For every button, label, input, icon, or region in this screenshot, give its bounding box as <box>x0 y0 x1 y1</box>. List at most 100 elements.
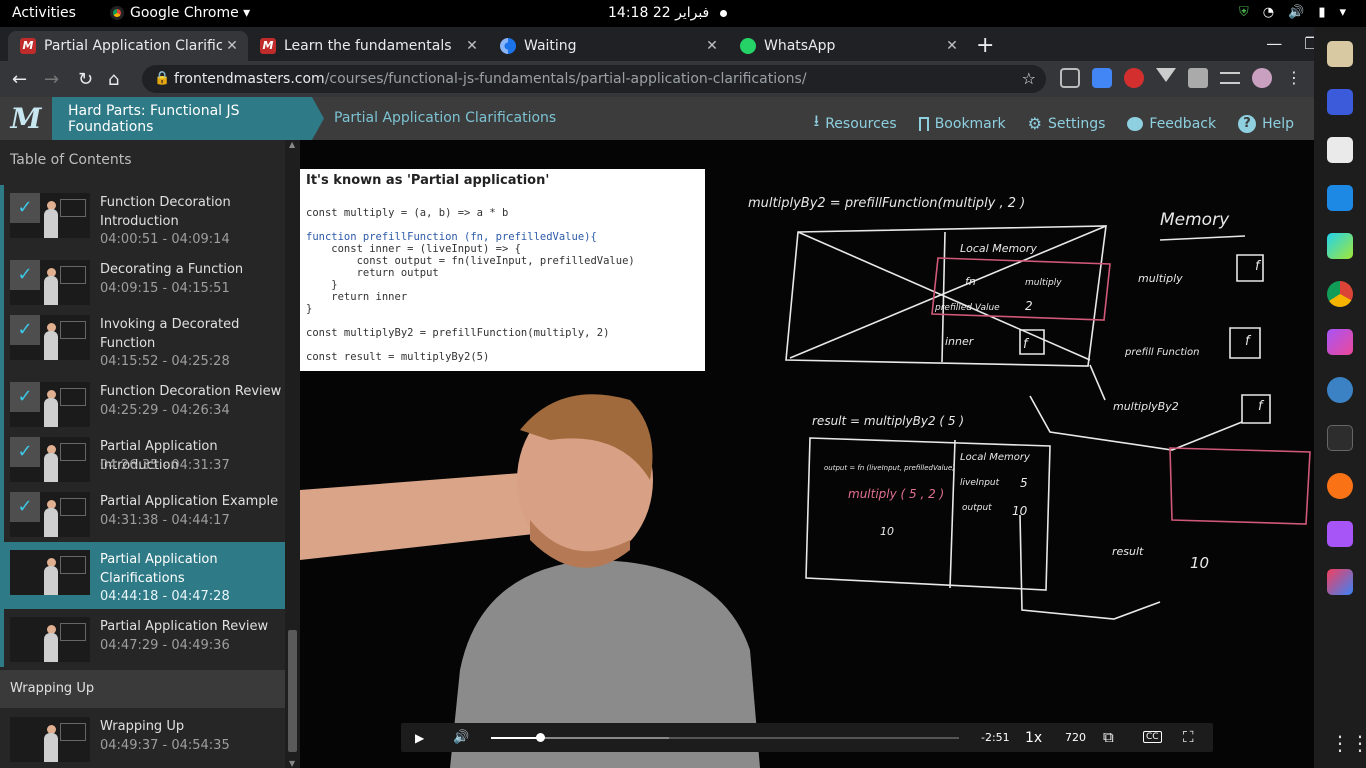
frontendmasters-favicon-icon: M <box>20 38 36 54</box>
translate-icon[interactable] <box>1092 68 1112 88</box>
chrome-menu-icon[interactable]: ⋮ <box>1284 68 1304 88</box>
screenshot-icon[interactable] <box>1327 89 1353 115</box>
lesson-time: 04:49:37 - 04:54:35 <box>100 738 230 753</box>
chat-bubble-icon <box>1127 116 1144 131</box>
lesson-title: Partial Application Clarifications <box>100 552 218 586</box>
whiteboard-output-expr: output = fn (liveInput, prefilledValue) <box>824 464 955 472</box>
play-button[interactable]: ▶ <box>415 731 424 745</box>
whiteboard-prefill-function: prefill Function <box>1124 347 1199 358</box>
tab-title: Learn the fundamentals <box>284 38 452 54</box>
captions-button[interactable]: CC <box>1143 731 1162 743</box>
whiteboard-result-line: result = multiplyBy2 ( 5 ) <box>812 414 964 428</box>
lesson-item[interactable]: ✓ Partial Application Introduction 04:26… <box>0 429 285 484</box>
bookmark-link[interactable]: Bookmark <box>918 110 1006 137</box>
tab-close-icon[interactable]: ✕ <box>222 38 242 54</box>
pocket-icon[interactable] <box>1060 68 1080 88</box>
pip-button[interactable]: ⧉ <box>1103 728 1114 746</box>
volume-button[interactable]: 🔊 <box>453 730 469 745</box>
vue-devtools-icon[interactable] <box>1156 68 1176 82</box>
whiteboard-ten-2: 10 <box>880 525 894 538</box>
video-player[interactable]: It's known as 'Partial application' cons… <box>300 140 1314 768</box>
video-player-icon[interactable] <box>1327 521 1353 547</box>
phpstorm-icon[interactable] <box>1327 329 1353 355</box>
tab-waiting[interactable]: Waiting ✕ <box>488 31 728 61</box>
chrome-dock-icon[interactable] <box>1327 281 1353 307</box>
tab-learn-fundamentals[interactable]: M Learn the fundamentals ✕ <box>248 31 488 61</box>
intellij-icon[interactable] <box>1327 569 1353 595</box>
vscode-icon[interactable] <box>1327 185 1353 211</box>
files-icon[interactable] <box>1327 41 1353 67</box>
back-button[interactable]: ← <box>12 69 27 90</box>
lesson-title: Decorating a Function <box>100 262 244 277</box>
lesson-thumbnail: ✓ <box>10 382 90 427</box>
progress-knob[interactable] <box>535 733 545 742</box>
lesson-item[interactable]: Wrapping Up 04:49:37 - 04:54:35 <box>0 709 285 768</box>
toc-title: Table of Contents <box>10 152 132 168</box>
watched-check-icon: ✓ <box>10 193 40 223</box>
show-applications-icon[interactable]: ⋮⋮⋮ <box>1330 731 1366 755</box>
lesson-thumbnail <box>10 617 90 662</box>
whiteboard-two: 2 <box>1025 299 1033 313</box>
section-header[interactable]: Wrapping Up <box>0 670 285 708</box>
tab-close-icon[interactable]: ✕ <box>702 38 722 54</box>
lesson-item[interactable]: ✓ Invoking a Decorated Function 04:15:52… <box>0 307 285 374</box>
tab-title: Partial Application Clarific <box>44 38 222 54</box>
sidebar-scrollbar[interactable]: ▲ ▼ <box>285 140 300 768</box>
tab-partial-application[interactable]: M Partial Application Clarific ✕ <box>8 31 248 61</box>
app-menu[interactable]: Google Chrome ▾ <box>110 5 250 21</box>
url-text[interactable]: frontendmasters.com/courses/functional-j… <box>174 71 807 87</box>
tab-whatsapp[interactable]: WhatsApp ✕ <box>728 31 968 61</box>
reload-button[interactable]: ↻ <box>78 69 93 90</box>
whiteboard-fn-val: multiply <box>1025 278 1062 288</box>
tab-close-icon[interactable]: ✕ <box>462 38 482 54</box>
scroll-down-arrow-icon[interactable]: ▼ <box>289 759 295 768</box>
tab-close-icon[interactable]: ✕ <box>942 38 962 54</box>
speed-button[interactable]: 1x <box>1025 730 1042 746</box>
whiteboard-f3: f <box>1245 334 1252 349</box>
lesson-item-current[interactable]: Partial Application Clarifications 04:44… <box>0 542 285 609</box>
system-tray[interactable]: ⛨ ◔ 🔊 ▮ ▾ <box>1239 5 1346 20</box>
webstorm-icon[interactable] <box>1327 233 1353 259</box>
slide-title: It's known as 'Partial application' <box>306 173 550 188</box>
quality-button[interactable]: 720 <box>1065 731 1086 744</box>
reading-list-icon[interactable] <box>1220 72 1240 84</box>
whiteboard-output: output <box>962 503 992 513</box>
clock[interactable]: فبراير 22 14:18 <box>608 5 709 21</box>
postman-icon[interactable] <box>1327 473 1353 499</box>
progress-bar[interactable] <box>491 733 959 742</box>
lesson-thumbnail <box>10 550 90 595</box>
fullscreen-button[interactable]: ⛶ <box>1183 728 1194 746</box>
player-controls: ▶ 🔊 -2:51 1x 720 ⧉ CC ⛶ <box>401 723 1213 752</box>
help-icon: ? <box>1238 114 1257 133</box>
minimize-button[interactable]: — <box>1266 34 1282 53</box>
lesson-item[interactable]: ✓ Decorating a Function 04:09:15 - 04:15… <box>0 252 285 307</box>
feedback-link[interactable]: Feedback <box>1127 110 1216 137</box>
resources-link[interactable]: ⭳ Resources <box>814 110 897 137</box>
terminal-icon[interactable] <box>1327 425 1353 451</box>
lesson-item[interactable]: ✓ Function Decoration Introduction 04:00… <box>0 185 285 252</box>
lesson-item[interactable]: ✓ Function Decoration Review 04:25:29 - … <box>0 374 285 429</box>
scrollbar-thumb[interactable] <box>288 630 297 752</box>
text-editor-icon[interactable] <box>1327 137 1353 163</box>
qbittorrent-icon[interactable] <box>1327 377 1353 403</box>
help-link[interactable]: ? Help <box>1238 110 1294 137</box>
lesson-item[interactable]: Partial Application Review 04:47:29 - 04… <box>0 609 285 667</box>
scroll-up-arrow-icon[interactable]: ▲ <box>289 140 295 149</box>
forward-button[interactable]: → <box>44 69 59 90</box>
lock-icon[interactable]: 🔒 <box>154 71 170 86</box>
home-button[interactable]: ⌂ <box>108 69 119 90</box>
lesson-item[interactable]: ✓ Partial Application Example 04:31:38 -… <box>0 484 285 542</box>
lesson-thumbnail: ✓ <box>10 437 90 482</box>
address-bar[interactable]: 🔒 frontendmasters.com/courses/functional… <box>142 65 1046 93</box>
new-tab-button[interactable]: + <box>976 33 994 58</box>
settings-link[interactable]: ⚙ Settings <box>1028 110 1106 137</box>
bookmark-star-icon[interactable]: ☆ <box>1022 69 1036 88</box>
whiteboard-multiply: multiply <box>1138 272 1183 285</box>
extensions-puzzle-icon[interactable] <box>1188 68 1208 88</box>
frontendmasters-logo[interactable]: M <box>0 97 52 140</box>
activities-button[interactable]: Activities <box>12 5 76 21</box>
watched-check-icon: ✓ <box>10 492 40 522</box>
profile-avatar-icon[interactable] <box>1252 68 1272 88</box>
breadcrumb-course[interactable]: Hard Parts: Functional JS Foundations <box>52 97 324 140</box>
adblock-icon[interactable] <box>1124 68 1144 88</box>
